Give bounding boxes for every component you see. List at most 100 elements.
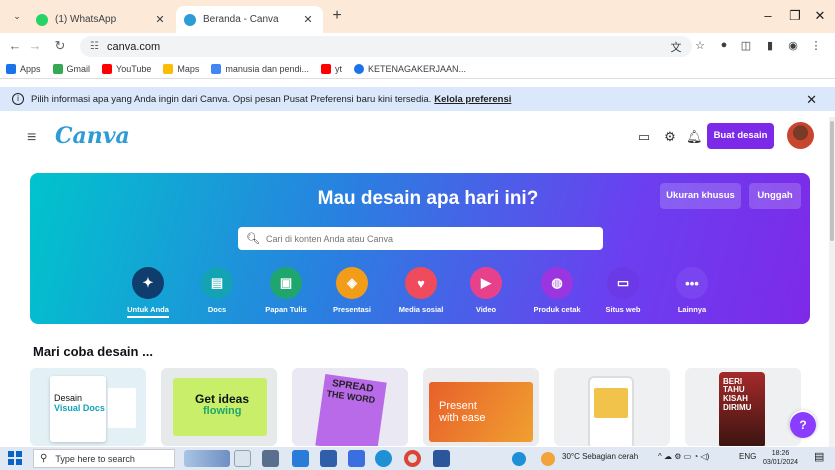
tab-search-chevron-icon[interactable]: ⌄ xyxy=(9,8,25,24)
whiteboard-card[interactable]: Get ideas flowing xyxy=(161,368,277,446)
category-presentasi[interactable]: ◈ Presentasi xyxy=(316,267,388,314)
windows-start-icon[interactable] xyxy=(8,451,22,465)
canva-icon xyxy=(184,13,196,26)
card-text-1: Desain xyxy=(54,393,83,403)
close-tab-icon[interactable]: ✕ xyxy=(153,13,167,26)
card-text-2: with ease xyxy=(439,412,486,424)
notifications-icon[interactable]: ▤ xyxy=(814,450,824,463)
calculator-icon[interactable] xyxy=(262,450,279,467)
avatar[interactable] xyxy=(787,122,814,149)
notifications-bell-icon[interactable]: 🔔︎ xyxy=(686,129,703,145)
create-design-button[interactable]: Buat desain xyxy=(707,123,774,149)
hero-search-box[interactable]: 🔍︎ xyxy=(238,227,603,250)
category-untuk-anda[interactable]: ✦ Untuk Anda xyxy=(112,267,184,318)
print-icon: ◍ xyxy=(541,267,573,299)
category-docs[interactable]: ▤ Docs xyxy=(181,267,253,314)
weather-text[interactable]: 30°C Sebagian cerah xyxy=(562,452,638,461)
site-info-icon[interactable]: ☷ xyxy=(90,41,99,52)
chrome-icon[interactable] xyxy=(404,450,421,467)
social-heart-icon: ♥ xyxy=(405,267,437,299)
poster-card[interactable]: SPREAD THE WORD xyxy=(292,368,408,446)
tray-icons[interactable]: ^ ☁ ⚙ ▭ ◔ ◁) xyxy=(658,452,709,461)
page-scrollbar[interactable] xyxy=(829,117,835,447)
word-icon[interactable] xyxy=(433,450,450,467)
back-icon[interactable]: ← xyxy=(7,38,23,53)
category-produk-cetak[interactable]: ◍ Produk cetak xyxy=(521,267,593,314)
close-tab-icon[interactable]: ✕ xyxy=(301,13,315,26)
bookmark-star-icon[interactable]: ☆ xyxy=(692,39,708,52)
youtube-icon xyxy=(102,63,113,74)
google-icon xyxy=(52,63,63,74)
news-widget-icon[interactable] xyxy=(184,450,230,467)
settings-gear-icon[interactable]: ⚙ xyxy=(662,129,678,145)
category-media-sosial[interactable]: ♥ Media sosial xyxy=(385,267,457,314)
tab-strip: ⌄ (1) WhatsApp ✕ Beranda - Canva ✕ + – ❐… xyxy=(0,0,835,33)
bookmark-ketenagakerjaan[interactable]: KETENAGAKERJAAN... xyxy=(354,63,466,74)
address-bar[interactable]: ☷ canva.com xyxy=(80,36,692,57)
bookmark-label: Apps xyxy=(20,63,41,74)
close-banner-icon[interactable]: ✕ xyxy=(806,92,817,108)
category-lainnya[interactable]: ••• Lainnya xyxy=(656,267,728,314)
taskbar-search[interactable]: ⚲ Type here to search xyxy=(33,449,175,468)
bookmark-yt[interactable]: yt xyxy=(320,63,342,74)
profile-icon[interactable]: ◉ xyxy=(785,39,801,52)
bookmark-apps[interactable]: Apps xyxy=(6,63,41,74)
help-button[interactable]: ? xyxy=(790,412,816,438)
card-text-1: Present xyxy=(439,400,477,412)
minimize-icon[interactable]: – xyxy=(760,8,776,23)
doc-preview-small xyxy=(108,388,136,428)
canva-logo[interactable]: Canva xyxy=(55,123,130,149)
window-close-icon[interactable]: ✕ xyxy=(812,8,828,24)
clock-date: 03/01/2024 xyxy=(763,459,799,466)
desktop-app-icon[interactable]: ▭ xyxy=(636,129,652,145)
mail-icon[interactable] xyxy=(320,450,337,467)
category-papan-tulis[interactable]: ▣ Papan Tulis xyxy=(250,267,322,314)
bookmark-gmail[interactable]: Gmail xyxy=(52,63,91,74)
extensions-puzzle-icon[interactable]: ◫ xyxy=(738,39,754,52)
extension-icon[interactable]: ● xyxy=(716,39,732,51)
social-post-preview xyxy=(594,388,628,418)
side-panel-icon[interactable]: ▮ xyxy=(762,39,778,52)
reload-icon[interactable]: ↻ xyxy=(52,38,68,54)
bookmark-label: manusia dan pendi... xyxy=(225,63,309,74)
bookmark-manusia[interactable]: manusia dan pendi... xyxy=(211,63,309,74)
hero-banner: Mau desain apa hari ini? Ukuran khusus U… xyxy=(30,173,810,324)
video-card[interactable]: BERI TAHU KISAH DIRIMU xyxy=(685,368,801,446)
edge-icon[interactable] xyxy=(375,450,392,467)
translate-icon[interactable]: 文 xyxy=(668,39,684,55)
category-video[interactable]: ▶ Video xyxy=(450,267,522,314)
info-icon: i xyxy=(12,93,24,105)
bookmark-youtube[interactable]: YouTube xyxy=(102,63,151,74)
bookmark-label: Gmail xyxy=(66,63,91,74)
social-card[interactable] xyxy=(554,368,670,446)
category-label: Docs xyxy=(207,305,227,314)
video-icon: ▶ xyxy=(470,267,502,299)
menu-kebab-icon[interactable]: ⋮ xyxy=(808,39,824,52)
category-label: Produk cetak xyxy=(533,305,581,314)
app-icon[interactable] xyxy=(512,452,526,466)
custom-size-button[interactable]: Ukuran khusus xyxy=(660,183,741,209)
scrollbar-thumb[interactable] xyxy=(830,121,834,241)
bookmark-label: Maps xyxy=(177,63,200,74)
clock[interactable]: 18:26 03/01/2024 xyxy=(763,449,798,467)
new-tab-icon[interactable]: + xyxy=(329,8,345,24)
video-preview: BERI TAHU KISAH DIRIMU xyxy=(719,372,765,446)
photos-icon[interactable] xyxy=(292,450,309,467)
presentation-card[interactable]: Present with ease xyxy=(423,368,539,446)
hamburger-menu-icon[interactable]: ≡ xyxy=(27,129,36,147)
forward-icon[interactable]: → xyxy=(27,38,43,53)
category-situs-web[interactable]: ▭ Situs web xyxy=(587,267,659,314)
tab-canva[interactable]: Beranda - Canva ✕ xyxy=(176,6,323,33)
bookmarks-bar: Apps Gmail YouTube Maps manusia dan pend… xyxy=(0,59,835,79)
store-icon[interactable] xyxy=(348,450,365,467)
language-indicator[interactable]: ENG xyxy=(739,452,756,461)
manage-preferences-link[interactable]: Kelola preferensi xyxy=(434,94,511,105)
restore-icon[interactable]: ❐ xyxy=(787,8,803,24)
docs-card[interactable]: Desain Visual Docs xyxy=(30,368,146,446)
tab-whatsapp[interactable]: (1) WhatsApp ✕ xyxy=(28,6,175,33)
search-input[interactable] xyxy=(265,233,586,244)
task-view-icon[interactable] xyxy=(234,450,251,467)
bookmark-maps[interactable]: Maps xyxy=(163,63,200,74)
upload-button[interactable]: Unggah xyxy=(749,183,801,209)
weather-icon[interactable] xyxy=(541,452,555,466)
